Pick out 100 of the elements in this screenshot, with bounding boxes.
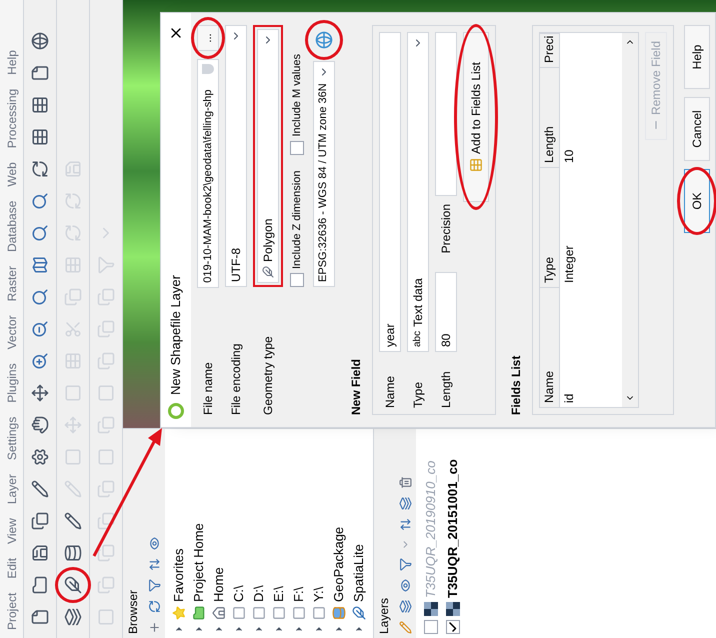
table-icon [64, 256, 82, 274]
section-title: New Field [348, 358, 362, 415]
check-icon [447, 621, 459, 633]
database-icon [64, 544, 82, 562]
filter-icon [398, 558, 412, 571]
menu-item[interactable]: Database [2, 200, 20, 252]
geometry-dropdown[interactable]: Polygon [257, 29, 279, 283]
feather-icon [64, 576, 82, 594]
tree-item[interactable]: Favorites [169, 429, 189, 638]
checkbox[interactable] [446, 620, 460, 634]
tree-item[interactable]: GeoPackage [329, 429, 349, 638]
copy-icon [97, 288, 115, 306]
layer-name: T35UQR_20151001_co [444, 459, 462, 598]
menu-item[interactable]: Processing [2, 88, 20, 148]
checkbox[interactable] [290, 273, 304, 287]
field-label: Type [410, 380, 426, 408]
tree-item[interactable]: Y:\ [309, 429, 329, 638]
raster-entry[interactable]: T35UQR_20151001_co [442, 429, 464, 638]
app-logo-icon [168, 403, 184, 419]
scrollbar[interactable] [622, 33, 638, 407]
type-dropdown[interactable]: abc Text data [406, 32, 428, 352]
dialog-button[interactable]: Help [684, 25, 710, 89]
drive-icon [312, 606, 326, 620]
add-icon [148, 621, 160, 634]
column-header[interactable]: Preci [540, 33, 558, 67]
encoding-dropdown[interactable]: UTF-8 [225, 25, 247, 287]
move-icon [31, 384, 49, 402]
checkbox[interactable] [290, 140, 304, 155]
tree-item[interactable]: Project Home [189, 429, 209, 638]
hand-icon [31, 416, 49, 434]
highlight-ellipse [304, 20, 342, 60]
collapse-icon [148, 558, 160, 571]
tree-item[interactable]: E:\ [269, 429, 289, 638]
column-header[interactable]: Length [540, 67, 558, 167]
filter-icon [148, 579, 160, 592]
tree-item[interactable]: C:\ [229, 429, 249, 638]
menu-item[interactable]: Plugins [2, 363, 20, 403]
field-label: Length [438, 370, 454, 408]
pencil-icon [398, 621, 412, 634]
column-header[interactable]: Type [540, 167, 558, 287]
file-path-field[interactable]: 019-10-MAM-book2\geodata\felling-shp [197, 59, 219, 288]
expand-all-icon [398, 518, 412, 531]
tree-item[interactable]: D:\ [249, 429, 269, 638]
checkbox[interactable] [424, 620, 438, 634]
search-icon [31, 192, 49, 210]
table-icon [31, 96, 49, 114]
menu-item[interactable]: View [2, 518, 20, 544]
dialog-title: New Shapefile Layer [167, 274, 184, 395]
table-cell-text: id [560, 392, 576, 405]
globe-icon [314, 31, 332, 49]
settings-icon [31, 448, 49, 466]
menu-item[interactable]: Project [2, 592, 20, 630]
menu-item[interactable]: Raster [2, 266, 20, 302]
name-field[interactable]: year [378, 32, 400, 352]
column-header[interactable]: Name [540, 287, 558, 407]
crs-dropdown[interactable]: EPSG:32636 - WGS 84 / UTM zone 36N [312, 61, 334, 287]
menu-item[interactable]: Web [2, 162, 20, 187]
panel-title: Layers [376, 598, 392, 634]
menu-item[interactable]: Edit [2, 558, 20, 579]
tree-item[interactable]: F:\ [289, 429, 309, 638]
table-row[interactable]: id Integer 10 [560, 33, 580, 407]
dialog-button[interactable]: OK [684, 169, 710, 233]
copy-icon [97, 416, 115, 434]
table-icon [468, 158, 482, 172]
folder-icon [192, 606, 206, 620]
file-icon [31, 608, 49, 626]
feather-icon [352, 606, 366, 620]
save-icon [64, 160, 82, 178]
copy-icon [97, 352, 115, 370]
filter-icon [97, 256, 115, 274]
field-label: Geometry type [260, 335, 276, 415]
menu-item[interactable]: Help [2, 50, 20, 75]
refresh-icon [31, 160, 49, 178]
tree-item[interactable]: Home [209, 429, 229, 638]
precision-field[interactable] [434, 32, 456, 196]
length-field[interactable]: 80 [434, 272, 456, 352]
layers-icon [398, 600, 412, 613]
search-icon [31, 224, 49, 242]
section-title: Fields List [508, 356, 522, 415]
checkbox-label: Include Z dimension [290, 170, 304, 269]
copy-icon [97, 480, 115, 498]
layer-name: T35UQR_20190910_co [422, 460, 440, 598]
pencil-icon [64, 512, 82, 530]
menu-item[interactable]: Vector [2, 315, 20, 350]
copy-icon [97, 512, 115, 530]
search-icon [31, 288, 49, 306]
add-field-button[interactable]: Add to Fields List [462, 32, 488, 202]
menu-item[interactable]: Settings [2, 416, 20, 460]
square-icon [64, 448, 82, 466]
dialog-button[interactable]: Cancel [684, 97, 710, 161]
menu-item[interactable]: Layer [2, 474, 20, 504]
table-icon [64, 352, 82, 370]
table-cell-text: 10 [560, 148, 576, 165]
collapse-all-icon [398, 497, 412, 510]
tree-item[interactable]: SpatiaLite [349, 429, 369, 638]
square-icon [97, 384, 115, 402]
browse-button[interactable]: ... [197, 25, 219, 51]
copy-icon [97, 320, 115, 338]
table-cell-text: Integer [560, 244, 576, 285]
pencil-icon [31, 480, 49, 498]
